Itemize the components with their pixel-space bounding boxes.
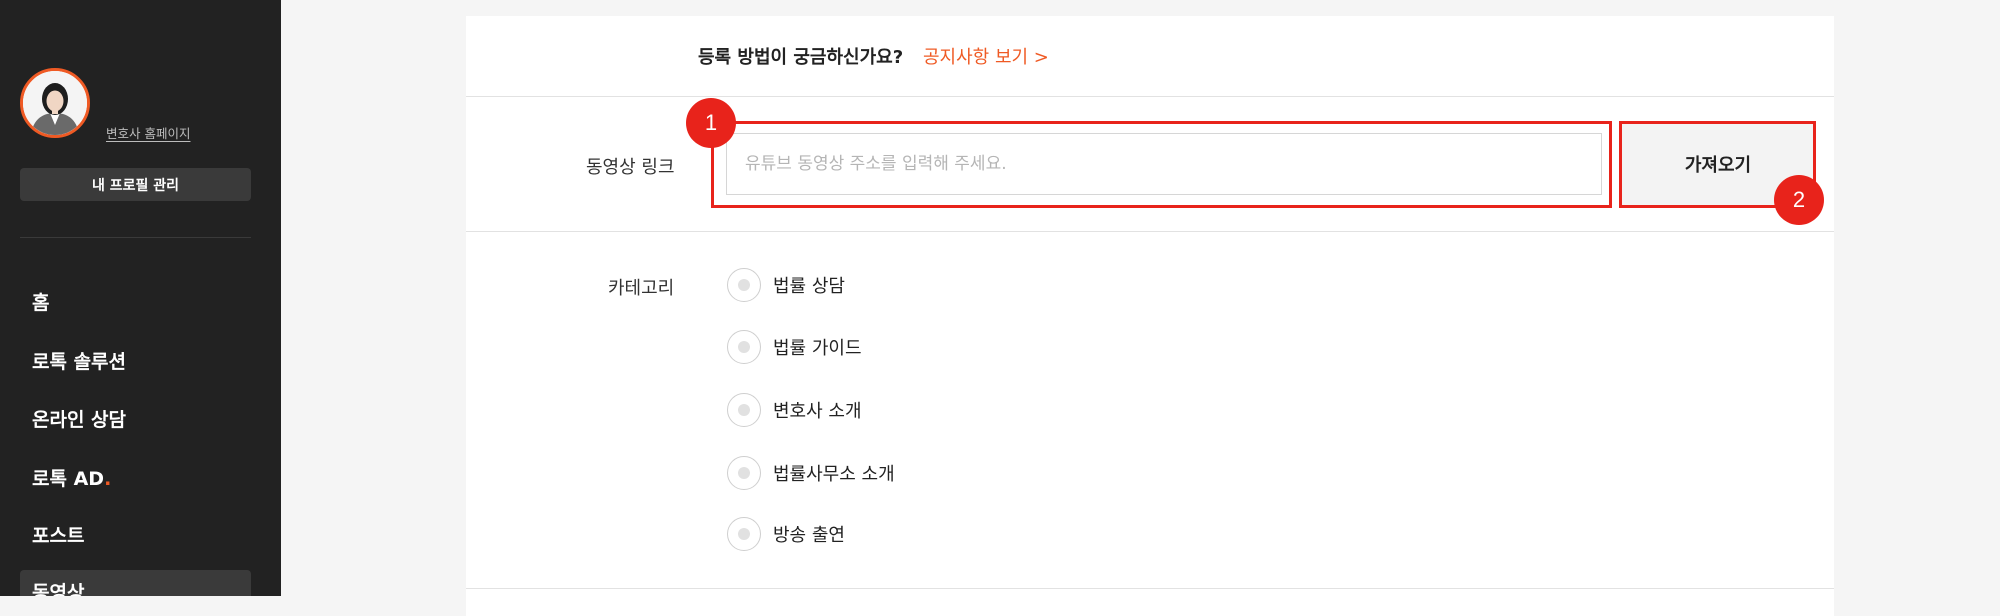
video-link-label: 동영상 링크 [586,157,675,178]
category-option-lawyer-intro[interactable]: 변호사 소개 [727,393,862,427]
step-badge-2: 2 [1774,175,1824,225]
new-dot-indicator: . [104,468,112,490]
highlight-box-1 [711,121,1612,208]
nav-item-lawtalk-ad[interactable]: 로톡 AD. [32,464,111,491]
nav-item-label: 로톡 AD [32,468,105,490]
category-option-legal-consult[interactable]: 법률 상담 [727,268,845,302]
nav-item-online-consult[interactable]: 온라인 상담 [32,405,126,432]
notice-question: 등록 방법이 궁금하신가요? [698,47,904,68]
sidebar: 변호사 홈페이지 내 프로필 관리 홈 로톡 솔루션 온라인 상담 로톡 AD.… [0,0,281,596]
sidebar-divider [20,237,251,238]
radio-button[interactable] [727,517,761,551]
category-option-legal-guide[interactable]: 법률 가이드 [727,330,862,364]
nav-item-post[interactable]: 포스트 [32,521,84,548]
radio-button[interactable] [727,268,761,302]
notice-link[interactable]: 공지사항 보기 > [923,43,1049,69]
avatar[interactable] [20,68,90,138]
nav-item-home[interactable]: 홈 [32,288,49,315]
row-divider [466,231,1834,232]
radio-button[interactable] [727,456,761,490]
row-divider [466,96,1834,97]
nav-item-lawtalk-solution[interactable]: 로톡 솔루션 [32,347,126,374]
radio-button[interactable] [727,393,761,427]
lawyer-homepage-link[interactable]: 변호사 홈페이지 [106,123,190,142]
lawyer-portrait-icon [23,71,87,135]
radio-button[interactable] [727,330,761,364]
step-badge-1: 1 [686,98,736,148]
video-register-form [466,16,1834,616]
nav-item-video[interactable]: 동영상 [32,578,84,596]
radio-label: 변호사 소개 [773,401,862,422]
category-option-broadcast[interactable]: 방송 출연 [727,517,845,551]
category-option-firm-intro[interactable]: 법률사무소 소개 [727,456,895,490]
row-divider [466,588,1834,589]
radio-label: 법률 상담 [773,276,845,297]
manage-profile-button[interactable]: 내 프로필 관리 [20,168,251,201]
radio-label: 법률 가이드 [773,338,862,359]
radio-label: 방송 출연 [773,525,845,546]
radio-label: 법률사무소 소개 [773,464,895,485]
category-label: 카테고리 [608,278,675,299]
